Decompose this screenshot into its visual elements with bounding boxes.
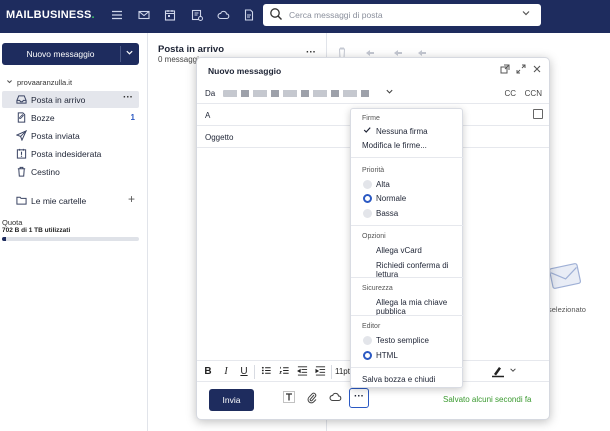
list-title: Posta in arrivo	[158, 44, 224, 55]
chevron-down-icon[interactable]	[385, 87, 394, 98]
chevron-down-icon[interactable]	[521, 8, 533, 20]
compose-title: Nuovo messaggio	[208, 66, 282, 76]
mail-icon[interactable]	[137, 9, 151, 23]
tasks-icon[interactable]	[190, 9, 204, 23]
sidebar-item-inbox[interactable]: Posta in arrivo ···	[2, 91, 139, 108]
empty-envelope-icon	[545, 262, 585, 292]
text-color-icon[interactable]	[491, 364, 505, 378]
quota-value: 702 B di 1 TB utilizzati	[2, 227, 71, 234]
address-book-icon[interactable]	[533, 109, 543, 119]
menu-section-priority: Priorità	[362, 167, 385, 174]
menu-item-attach-public-key[interactable]: Allega la mia chiave pubblica	[362, 296, 462, 316]
menu-section-editor: Editor	[362, 323, 381, 330]
new-message-button[interactable]: Nuovo messaggio	[2, 43, 139, 65]
indent-icon[interactable]	[313, 365, 327, 379]
sidebar-item-trash[interactable]: Cestino	[2, 163, 139, 180]
underline-icon[interactable]: U	[237, 365, 251, 379]
sidebar-item-sent[interactable]: Posta inviata	[2, 127, 139, 144]
search-icon[interactable]	[269, 7, 283, 21]
checkmark-icon	[363, 126, 371, 136]
cloud-icon[interactable]	[328, 391, 342, 405]
radio-button[interactable]	[363, 209, 372, 218]
spam-icon	[16, 148, 27, 159]
add-folder-icon[interactable]: +	[128, 192, 135, 206]
menu-item-priority-low[interactable]: Bassa	[362, 207, 462, 220]
send-icon	[15, 129, 28, 142]
menu-icon[interactable]	[110, 9, 124, 23]
message-count: 0 messaggi	[158, 55, 199, 64]
menu-item-editor-plain[interactable]: Testo semplice	[362, 334, 462, 347]
search-bar	[263, 4, 541, 26]
chevron-down-icon[interactable]	[125, 48, 134, 59]
radio-button-selected[interactable]	[363, 351, 372, 360]
menu-item-no-signature[interactable]: Nessuna firma	[362, 125, 462, 138]
bold-icon[interactable]: B	[201, 365, 215, 379]
expand-icon[interactable]	[515, 64, 527, 76]
logo[interactable]: MAILBUSINESS.	[6, 9, 95, 21]
outdent-icon[interactable]	[295, 365, 309, 379]
calendar-icon[interactable]	[163, 9, 177, 23]
menu-item-priority-normal[interactable]: Normale	[362, 192, 462, 205]
sidebar-item-my-folders[interactable]: Le mie cartelle +	[2, 192, 139, 209]
radio-button[interactable]	[363, 336, 372, 345]
folder-icon	[16, 195, 27, 206]
top-bar: MAILBUSINESS.	[0, 0, 610, 33]
more-options-icon[interactable]: ···	[123, 92, 133, 103]
quota-label: Quota	[2, 218, 23, 227]
font-size-select[interactable]: 11pt	[335, 367, 350, 376]
empty-state-text: selezionato	[548, 305, 586, 314]
compose-options-menu: Firme Nessuna firma Modifica le firme...…	[350, 108, 464, 388]
account-header[interactable]: provaaranzulla.it	[6, 78, 72, 87]
menu-section-security: Sicurezza	[362, 285, 393, 292]
menu-item-attach-vcard[interactable]: Allega vCard	[362, 244, 462, 257]
ccn-button[interactable]: CCN	[525, 89, 542, 98]
chevron-down-icon[interactable]	[509, 366, 517, 376]
quota-progress-bar	[2, 237, 139, 241]
paperclip-icon[interactable]	[305, 391, 319, 405]
sidebar-item-drafts[interactable]: Bozze 1	[2, 109, 139, 126]
quota-progress-fill	[2, 237, 7, 241]
inbox-icon	[16, 94, 27, 105]
notes-icon[interactable]	[242, 9, 256, 23]
from-row: Da CC CCN	[197, 82, 549, 104]
menu-item-edit-signatures[interactable]: Modifica le firme...	[362, 139, 462, 152]
menu-item-editor-html[interactable]: HTML	[362, 349, 462, 362]
menu-item-save-draft-close[interactable]: Salva bozza e chiudi	[362, 373, 462, 386]
menu-item-priority-high[interactable]: Alta	[362, 178, 462, 191]
search-input[interactable]	[289, 8, 509, 22]
text-format-icon[interactable]	[282, 391, 296, 405]
menu-item-read-receipt[interactable]: Richiedi conferma di lettura	[362, 259, 462, 279]
send-button[interactable]: Invia	[209, 389, 254, 411]
draft-icon	[16, 112, 27, 123]
radio-button[interactable]	[363, 180, 372, 189]
cloud-icon[interactable]	[216, 9, 230, 23]
trash-icon	[16, 166, 27, 177]
menu-section-signature: Firme	[362, 115, 380, 122]
cc-button[interactable]: CC	[504, 89, 516, 98]
saved-status: Salvato alcuni secondi fa	[443, 395, 532, 404]
more-options-button[interactable]: ···	[349, 388, 369, 408]
sidebar: Nuovo messaggio provaaranzulla.it Posta …	[0, 33, 148, 431]
unread-count-badge: 1	[130, 113, 135, 122]
close-icon[interactable]	[531, 64, 543, 76]
chevron-down-icon	[6, 78, 13, 87]
popout-icon[interactable]	[499, 64, 511, 76]
italic-icon[interactable]: I	[219, 365, 233, 379]
from-address-redacted[interactable]	[223, 90, 373, 97]
radio-button-selected[interactable]	[363, 194, 372, 203]
menu-section-options: Opzioni	[362, 233, 386, 240]
bullet-list-icon[interactable]	[259, 365, 273, 379]
sidebar-item-spam[interactable]: Posta indesiderata	[2, 145, 139, 162]
numbered-list-icon[interactable]	[277, 365, 291, 379]
